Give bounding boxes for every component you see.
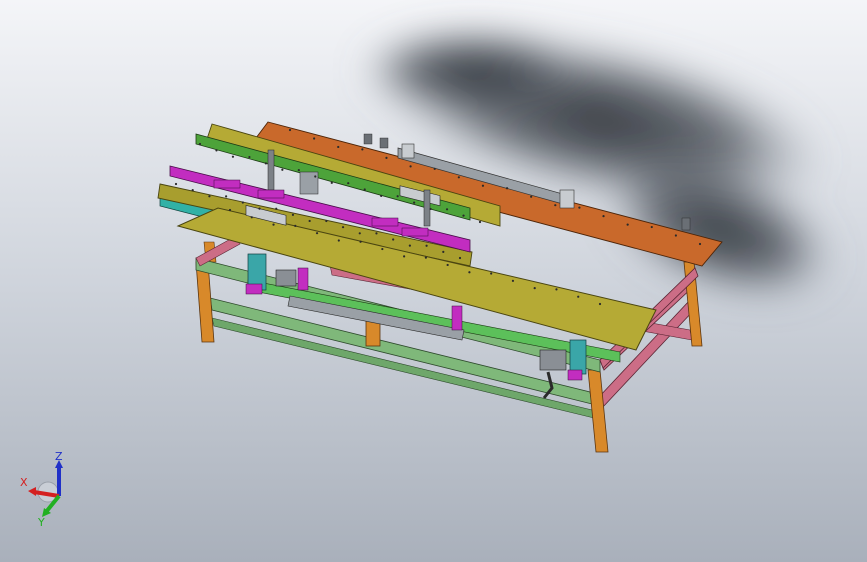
triad-graphic: Z X Y: [20, 450, 63, 529]
mounting-hole: [598, 302, 602, 306]
mounting-hole: [490, 272, 493, 275]
mounting-hole: [294, 224, 297, 227]
z-axis-label: Z: [55, 450, 63, 463]
mounting-hole: [385, 156, 388, 159]
mounting-hole: [375, 232, 378, 235]
coordinate-triad[interactable]: Z X Y: [14, 448, 84, 529]
mounting-hole: [698, 242, 702, 246]
mounting-hole: [409, 165, 412, 168]
mounting-hole: [225, 195, 228, 198]
mounting-hole: [241, 201, 244, 204]
mounting-hole: [308, 219, 311, 223]
mounting-hole: [191, 189, 194, 192]
mounting-hole: [198, 142, 202, 146]
cad-graphics-viewport[interactable]: Z X Y: [0, 0, 867, 562]
mounting-hole: [325, 219, 328, 223]
mounting-hole: [258, 207, 261, 210]
mounting-hole: [505, 187, 509, 190]
mounting-hole: [602, 215, 605, 218]
mounting-hole: [297, 169, 300, 172]
mounting-hole: [468, 271, 471, 274]
mounting-hole: [341, 226, 345, 229]
mounting-hole: [429, 207, 432, 211]
mounting-hole: [208, 195, 211, 198]
mounting-hole: [396, 195, 399, 198]
mounting-hole: [288, 128, 292, 132]
mounting-hole: [530, 195, 533, 198]
motor-right: [569, 339, 587, 375]
mounting-hole: [533, 287, 536, 290]
mounting-hole: [462, 214, 465, 217]
mounting-hole: [442, 250, 445, 253]
mounting-hole: [481, 184, 485, 187]
mounting-hole: [215, 149, 218, 152]
mounting-hole: [555, 288, 558, 291]
mounting-hole: [314, 175, 317, 178]
mounting-hole: [381, 247, 384, 251]
mounting-hole: [272, 223, 275, 226]
mounting-hole: [674, 234, 677, 237]
mounting-hole: [347, 182, 350, 185]
y-axis-label: Y: [37, 516, 45, 528]
mounting-hole: [275, 207, 278, 210]
mounting-hole: [578, 206, 581, 209]
mounting-hole: [413, 201, 416, 204]
mounting-hole: [228, 208, 232, 212]
mounting-hole: [380, 194, 383, 197]
mounting-hole: [445, 208, 449, 211]
mounting-hole: [478, 220, 482, 224]
mounting-hole: [433, 167, 436, 170]
mounting-hole: [231, 155, 235, 158]
x-axis-label: X: [20, 476, 28, 489]
mounting-hole: [392, 238, 395, 241]
mounting-hole: [359, 240, 362, 243]
mounting-hole: [577, 295, 580, 298]
center-foot: [365, 319, 381, 347]
mounting-hole: [358, 232, 361, 235]
mounting-hole: [248, 155, 251, 159]
mounting-hole: [337, 145, 340, 149]
mounting-hole: [511, 279, 515, 282]
mounting-hole: [315, 232, 319, 235]
mounting-hole: [291, 213, 295, 216]
mounting-hole: [457, 176, 460, 179]
mounting-hole: [337, 239, 340, 242]
mounting-hole: [264, 162, 267, 165]
mounting-hole: [313, 137, 316, 140]
mounting-hole: [174, 182, 178, 186]
mounting-hole: [424, 256, 427, 259]
mounting-hole: [250, 216, 253, 219]
mounting-hole: [281, 168, 284, 171]
mounting-hole: [425, 244, 428, 247]
mounting-hole: [446, 263, 449, 267]
mounting-hole: [403, 255, 406, 258]
mounting-hole: [330, 181, 333, 184]
motor-right-mount: [567, 369, 583, 381]
machine-assembly-model[interactable]: [0, 0, 867, 562]
motor-left-mount: [245, 283, 263, 295]
mounting-hole: [554, 204, 557, 207]
mounting-hole: [408, 244, 411, 247]
mounting-hole: [458, 256, 462, 260]
lower-front-beam-2: [211, 317, 595, 419]
mounting-hole: [363, 188, 366, 191]
mounting-hole: [650, 225, 653, 229]
mounting-hole: [626, 223, 629, 226]
gearbox-right: [539, 349, 567, 371]
mounting-hole: [361, 148, 364, 151]
